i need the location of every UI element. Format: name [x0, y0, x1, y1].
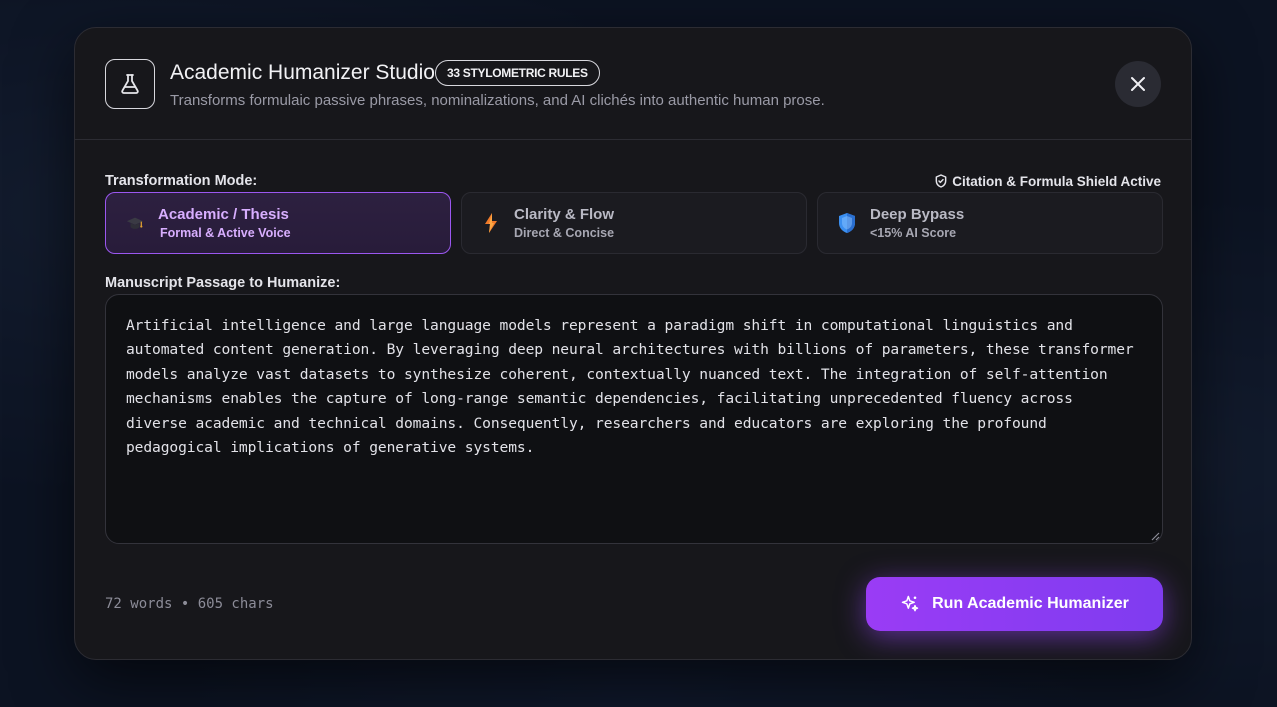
mode-title: Academic / Thesis — [158, 206, 289, 223]
word-char-counter: 72 words • 605 chars — [105, 596, 274, 612]
shield-check-icon — [935, 174, 947, 188]
shield-icon — [838, 212, 856, 234]
humanizer-modal: Academic Humanizer Studio 33 STYLOMETRIC… — [74, 27, 1192, 660]
mode-label: Transformation Mode: — [105, 173, 258, 189]
flask-icon — [105, 59, 155, 109]
sparkles-icon — [901, 595, 919, 612]
mode-academic-thesis[interactable]: Academic / Thesis Formal & Active Voice — [105, 192, 451, 254]
close-icon — [1131, 77, 1145, 91]
passage-label: Manuscript Passage to Humanize: — [105, 275, 341, 291]
mode-subtitle: <15% AI Score — [870, 226, 957, 240]
close-button[interactable] — [1115, 61, 1161, 107]
rules-badge: 33 STYLOMETRIC RULES — [435, 60, 600, 86]
mode-clarity-flow[interactable]: Clarity & Flow Direct & Concise — [461, 192, 807, 254]
page-title: Academic Humanizer Studio — [170, 61, 435, 84]
run-humanizer-button[interactable]: Run Academic Humanizer — [866, 577, 1163, 631]
mode-subtitle: Formal & Active Voice — [160, 226, 291, 240]
lightning-icon — [482, 212, 500, 234]
passage-textarea[interactable]: Artificial intelligence and large langua… — [105, 294, 1163, 544]
page-subtitle: Transforms formulaic passive phrases, no… — [170, 92, 825, 109]
graduation-cap-icon — [126, 212, 144, 234]
modal-header: Academic Humanizer Studio 33 STYLOMETRIC… — [75, 28, 1191, 140]
mode-title: Clarity & Flow — [514, 206, 615, 223]
shield-status: Citation & Formula Shield Active — [933, 173, 1161, 189]
mode-deep-bypass[interactable]: Deep Bypass <15% AI Score — [817, 192, 1163, 254]
mode-subtitle: Direct & Concise — [514, 226, 615, 240]
mode-title: Deep Bypass — [870, 206, 965, 223]
mode-selector: Academic / Thesis Formal & Active Voice … — [105, 192, 1163, 254]
shield-status-text: Citation & Formula Shield Active — [952, 173, 1161, 189]
resize-grip-icon[interactable] — [1150, 531, 1160, 541]
run-button-label: Run Academic Humanizer — [932, 595, 1129, 612]
